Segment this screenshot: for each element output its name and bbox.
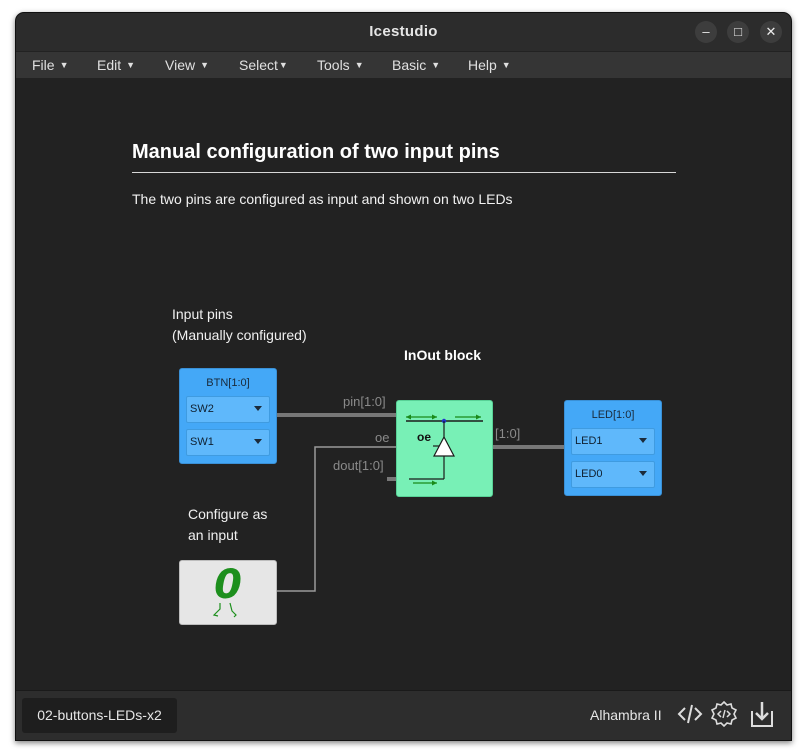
caret-down-icon: ▼ [501, 60, 511, 70]
pin-select-value: SW1 [190, 436, 214, 448]
inout-block[interactable]: oe [396, 400, 493, 497]
output-pin-title: LED[1:0] [591, 409, 635, 421]
dropdown-arrow-icon [254, 439, 262, 444]
dropdown-arrow-icon [639, 471, 647, 476]
menu-tools[interactable]: Tools ▼ [317, 57, 364, 73]
inout-oe-label: oe [417, 430, 432, 444]
caret-down-icon: ▼ [59, 60, 69, 70]
dropdown-arrow-icon [639, 438, 647, 443]
pin-select-led0[interactable]: LED0 [571, 461, 655, 488]
inout-block-label: InOut block [404, 347, 481, 363]
tristate-buffer-icon [406, 414, 483, 486]
board-name[interactable]: Alhambra II [590, 707, 662, 723]
menu-bar: File ▼ Edit ▼ View ▼ Select▼ Tools ▼ Basic ▼ … [16, 51, 791, 79]
menu-basic-label: Basic [392, 57, 427, 73]
close-button[interactable]: ✕ [760, 21, 782, 43]
maximize-button[interactable]: □ [727, 21, 749, 43]
output-pin-block[interactable]: LED[1:0] LED1 LED0 [564, 400, 662, 496]
design-canvas[interactable]: Manual configuration of two input pins T… [16, 78, 791, 690]
settings-code-icon[interactable] [709, 699, 739, 729]
download-icon[interactable] [747, 699, 777, 729]
wire-label-bus: [1:0] [495, 426, 521, 441]
code-icon[interactable] [675, 699, 705, 729]
caret-down-icon: ▼ [200, 60, 210, 70]
wires-layer [275, 413, 564, 592]
constant-block[interactable]: 0 [179, 560, 277, 625]
menu-tools-label: Tools [317, 57, 350, 73]
window-title: Icestudio [369, 23, 438, 40]
project-file-tab[interactable]: 02-buttons-LEDs-x2 [22, 698, 177, 733]
status-bar: 02-buttons-LEDs-x2 Alhambra II [16, 690, 791, 740]
menu-select[interactable]: Select▼ [239, 57, 288, 73]
pin-select-led1[interactable]: LED1 [571, 428, 655, 455]
menu-help[interactable]: Help ▼ [468, 57, 511, 73]
constant-legs-icon [212, 602, 237, 618]
menu-file-label: File [32, 57, 55, 73]
wire-label-pin: pin[1:0] [343, 394, 386, 409]
caret-down-icon: ▼ [431, 60, 441, 70]
caret-down-icon: ▼ [126, 60, 136, 70]
input-pin-title: BTN[1:0] [206, 377, 250, 389]
caret-down-icon: ▼ [354, 60, 364, 70]
title-bar: Icestudio – □ ✕ [16, 13, 791, 51]
dropdown-arrow-icon [254, 406, 262, 411]
menu-view[interactable]: View ▼ [165, 57, 209, 73]
menu-basic[interactable]: Basic ▼ [392, 57, 440, 73]
app-window: Icestudio – □ ✕ File ▼ Edit ▼ View ▼ Select… [15, 12, 792, 741]
pin-select-sw1[interactable]: SW1 [186, 429, 270, 456]
input-pin-block[interactable]: BTN[1:0] SW2 SW1 [179, 368, 277, 464]
menu-file[interactable]: File ▼ [32, 57, 68, 73]
pin-select-sw2[interactable]: SW2 [186, 396, 270, 423]
minimize-button[interactable]: – [695, 21, 717, 43]
menu-view-label: View [165, 57, 196, 73]
wire-label-dout: dout[1:0] [333, 458, 384, 473]
menu-edit-label: Edit [97, 57, 122, 73]
pin-select-value: LED0 [575, 468, 603, 480]
menu-edit[interactable]: Edit ▼ [97, 57, 135, 73]
caret-down-icon: ▼ [278, 60, 288, 70]
pin-select-value: LED1 [575, 435, 603, 447]
wire-label-oe: oe [375, 430, 390, 445]
menu-select-label: Select [239, 57, 278, 73]
pin-select-value: SW2 [190, 403, 214, 415]
menu-help-label: Help [468, 57, 497, 73]
